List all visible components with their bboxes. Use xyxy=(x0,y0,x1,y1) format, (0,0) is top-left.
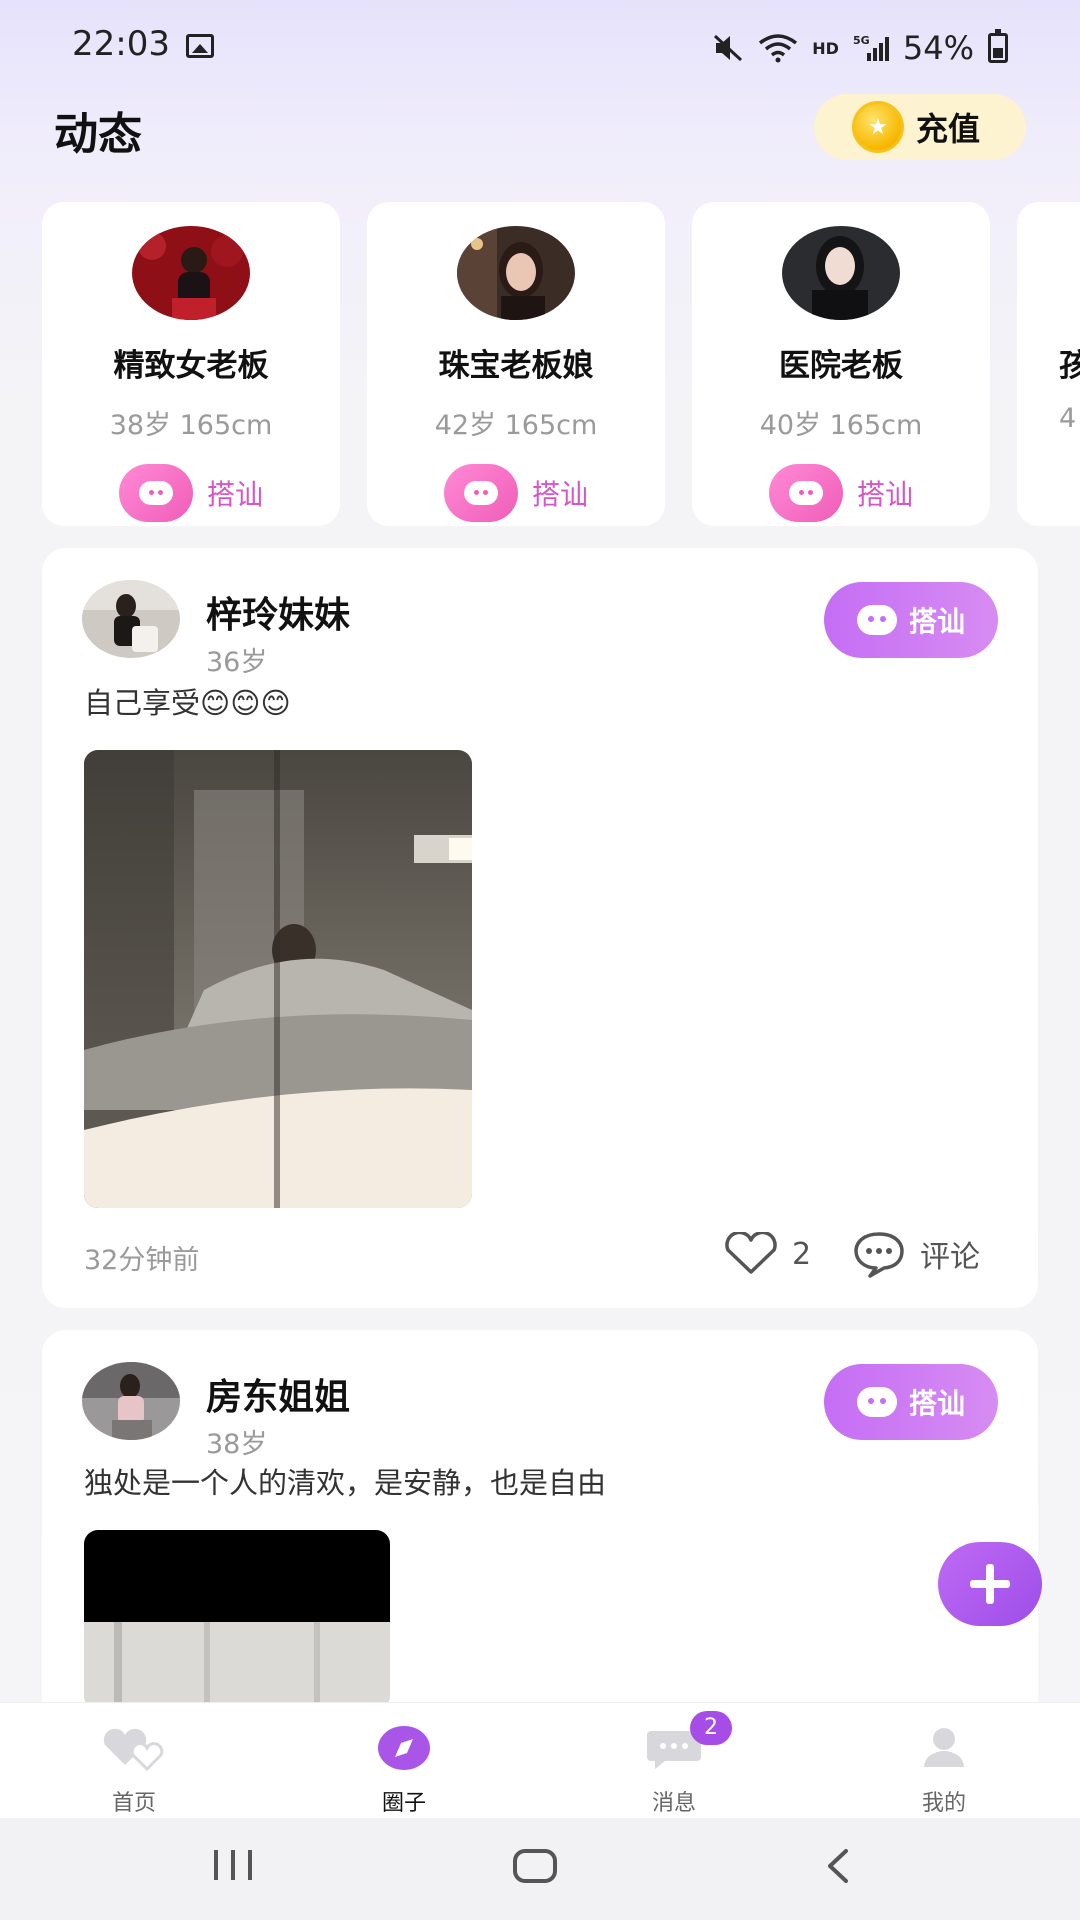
profile-name: 医院老板 xyxy=(779,348,903,384)
nav-label: 我的 xyxy=(921,1791,966,1816)
comment-button[interactable]: 评论 xyxy=(852,1230,980,1278)
like-button[interactable]: 2 xyxy=(722,1232,811,1276)
wifi-icon xyxy=(759,34,798,63)
chat-up-button[interactable]: 搭讪 xyxy=(42,464,340,522)
avatar[interactable] xyxy=(82,580,180,658)
nav-label: 消息 xyxy=(651,1791,696,1816)
chat-up-button[interactable]: 搭讪 xyxy=(824,582,998,658)
avatar xyxy=(457,226,575,320)
profile-card[interactable]: 医院老板 40岁 165cm 搭讪 xyxy=(692,202,990,526)
profile-meta: 38岁 165cm xyxy=(109,410,273,441)
recharge-button[interactable]: ★ 充值 xyxy=(814,94,1026,160)
back-icon[interactable] xyxy=(822,1848,852,1884)
profile-card[interactable]: 精致女老板 38岁 165cm 搭讪 xyxy=(42,202,340,526)
profile-name: 珠宝老板娘 xyxy=(438,348,594,384)
avatar xyxy=(132,226,250,320)
mute-icon xyxy=(714,34,743,62)
chat-up-button[interactable]: 搭讪 xyxy=(824,1364,998,1440)
post-card[interactable]: 房东姐姐 38岁 搭讪 独处是一个人的清欢，是安静，也是自由 xyxy=(42,1330,1038,1730)
chat-up-label: 搭讪 xyxy=(206,478,263,511)
post-author-name: 梓玲妹妹 xyxy=(206,595,351,636)
post-author-age: 36岁 xyxy=(206,647,268,678)
nav-messages[interactable]: 2 消息 xyxy=(574,1703,774,1819)
svg-text:5G: 5G xyxy=(853,34,870,47)
bottom-nav: 首页 圈子 2 消息 我的 xyxy=(0,1702,1080,1818)
post-time: 32分钟前 xyxy=(84,1245,200,1276)
profile-card[interactable]: 珠宝老板娘 42岁 165cm 搭讪 xyxy=(367,202,665,526)
avatar[interactable] xyxy=(82,1362,180,1440)
recommended-profiles[interactable]: 精致女老板 38岁 165cm 搭讪 珠宝老板娘 42岁 165cm 搭讪 医院… xyxy=(42,202,1080,528)
chat-up-label: 搭讪 xyxy=(908,605,965,638)
nav-label: 圈子 xyxy=(381,1791,426,1816)
chat-up-label: 搭讪 xyxy=(908,1387,965,1420)
recent-apps-icon[interactable] xyxy=(212,1848,254,1882)
post-author-name: 房东姐姐 xyxy=(206,1377,351,1418)
nav-label: 首页 xyxy=(111,1791,156,1816)
profile-name: 精致女老板 xyxy=(113,348,269,384)
profile-card[interactable]: 孩 4 xyxy=(1017,202,1080,526)
avatar xyxy=(782,226,900,320)
chat-up-button[interactable]: 搭讪 xyxy=(367,464,665,522)
nav-profile[interactable]: 我的 xyxy=(844,1703,1044,1819)
chat-bubble-icon xyxy=(768,464,843,522)
chat-bubble-icon xyxy=(443,464,518,522)
post-text: 独处是一个人的清欢，是安静，也是自由 xyxy=(84,1466,607,1500)
comment-icon xyxy=(854,1232,904,1278)
unread-badge: 2 xyxy=(690,1711,732,1745)
status-icons: HD 5G 54% xyxy=(712,28,1008,68)
like-count: 2 xyxy=(792,1236,812,1272)
profile-meta: 40岁 165cm xyxy=(759,410,923,441)
nav-circle[interactable]: 圈子 xyxy=(304,1703,504,1819)
compass-icon xyxy=(378,1726,430,1770)
create-post-button[interactable] xyxy=(938,1542,1042,1626)
hearts-icon xyxy=(103,1728,164,1771)
recharge-label: 充值 xyxy=(916,110,981,148)
page-title: 动态 xyxy=(54,109,142,160)
chat-up-label: 搭讪 xyxy=(531,478,588,511)
chat-bubble-icon xyxy=(856,1387,897,1417)
profile-icon xyxy=(924,1728,964,1767)
comment-label: 评论 xyxy=(920,1240,980,1275)
hd-indicator: HD xyxy=(812,38,839,58)
profile-meta: 42岁 165cm xyxy=(434,410,598,441)
post-photo[interactable] xyxy=(84,750,472,1208)
system-nav-bar xyxy=(0,1818,1080,1920)
coin-icon: ★ xyxy=(852,101,904,153)
post-photo[interactable] xyxy=(84,1530,390,1710)
nav-home[interactable]: 首页 xyxy=(34,1703,234,1819)
chat-bubble-icon xyxy=(856,605,897,635)
chat-up-button[interactable]: 搭讪 xyxy=(692,464,990,522)
profile-name: 孩 xyxy=(1059,348,1080,384)
status-bar: 22:03 HD 5G 54% xyxy=(0,0,1080,96)
plus-icon xyxy=(970,1564,1010,1604)
chat-up-label: 搭讪 xyxy=(856,478,913,511)
post-card[interactable]: 梓玲妹妹 36岁 搭讪 自己享受😊😊😊 32分钟前 2 评论 xyxy=(42,548,1038,1308)
battery-percent: 54% xyxy=(902,29,974,67)
signal-icon: 5G xyxy=(853,34,889,61)
status-time: 22:03 xyxy=(72,24,170,64)
gallery-notification-icon xyxy=(186,34,214,58)
heart-icon xyxy=(725,1232,777,1274)
post-text: 自己享受😊😊😊 xyxy=(84,686,291,720)
home-icon[interactable] xyxy=(512,1848,558,1884)
profile-meta: 4 xyxy=(1059,403,1077,434)
battery-icon xyxy=(988,29,1008,63)
chat-bubble-icon xyxy=(118,464,193,522)
post-author-age: 38岁 xyxy=(206,1429,268,1460)
